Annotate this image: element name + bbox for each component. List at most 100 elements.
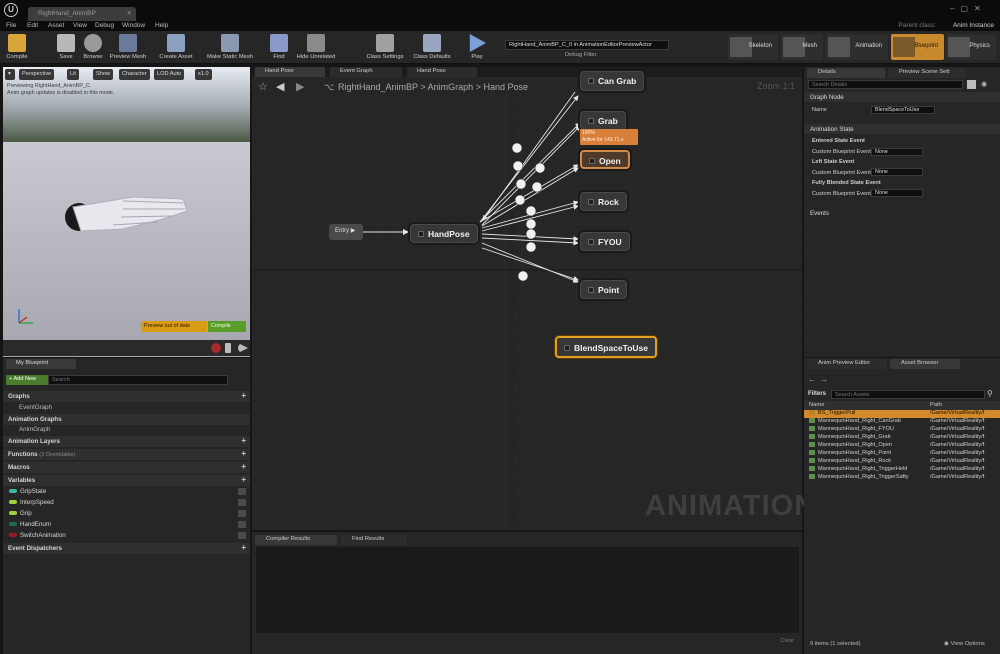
compile-button[interactable]: Compile bbox=[4, 31, 30, 64]
asset-row[interactable]: MannequinHand_Right_Grab/Game/VirtualRea… bbox=[804, 434, 1000, 442]
lod-chip[interactable]: LOD Auto bbox=[154, 69, 185, 80]
character-chip[interactable]: Character bbox=[119, 69, 150, 80]
menu-edit[interactable]: Edit bbox=[27, 22, 38, 29]
section-graph-node[interactable]: Graph Node bbox=[804, 92, 1000, 102]
preview-mesh-button[interactable]: Preview Mesh bbox=[107, 31, 149, 64]
play-icon[interactable] bbox=[238, 343, 248, 353]
section-animation-layers[interactable]: Animation Layers + bbox=[3, 436, 250, 447]
variable-gripstate[interactable]: GripState bbox=[3, 486, 250, 497]
save-button[interactable]: Save bbox=[54, 31, 78, 64]
asset-row[interactable]: MannequinHand_Right_CanGrab/Game/Virtual… bbox=[804, 418, 1000, 426]
eye-icon[interactable] bbox=[238, 488, 246, 495]
speed-chip[interactable]: x1.0 bbox=[195, 69, 212, 80]
column-path[interactable]: Path bbox=[930, 402, 942, 408]
add-new-button[interactable]: + Add New bbox=[6, 375, 48, 385]
record-icon[interactable] bbox=[211, 343, 221, 353]
debug-object-select[interactable]: RightHand_AnimBP_C_0 in AnimationEditorP… bbox=[505, 40, 669, 50]
viewport-options-icon[interactable]: ▾ bbox=[5, 69, 15, 80]
state-node-rock[interactable]: Rock bbox=[580, 192, 627, 211]
perspective-chip[interactable]: Perspective bbox=[19, 69, 55, 80]
section-events[interactable]: Events bbox=[804, 208, 1000, 218]
add-icon[interactable]: + bbox=[241, 391, 246, 400]
tab-find-results[interactable]: Find Results bbox=[341, 535, 407, 545]
make-static-mesh-button[interactable]: Make Static Mesh bbox=[204, 31, 256, 64]
asset-row[interactable]: MannequinHand_Right_FYOU/Game/VirtualRea… bbox=[804, 426, 1000, 434]
entered-event-field[interactable]: None bbox=[871, 148, 923, 156]
view-options-button[interactable]: ◉ View Options bbox=[944, 641, 985, 647]
pause-icon[interactable] bbox=[225, 343, 231, 353]
tab-compiler-results[interactable]: Compiler Results bbox=[255, 535, 337, 545]
section-variables[interactable]: Variables + bbox=[3, 475, 250, 486]
menu-view[interactable]: View bbox=[73, 22, 87, 29]
compile-badge[interactable]: Compile bbox=[208, 321, 246, 332]
class-settings-button[interactable]: Class Settings bbox=[364, 31, 406, 64]
tab-anim-preview-editor[interactable]: Anim Preview Editor bbox=[807, 359, 887, 369]
state-node-blendspacetouse[interactable]: BlendSpaceToUse bbox=[555, 336, 658, 358]
asset-row[interactable]: MannequinHand_Right_TriggerSafty/Game/Vi… bbox=[804, 474, 1000, 482]
variable-handenum[interactable]: HandEnum bbox=[3, 519, 250, 530]
show-chip[interactable]: Show bbox=[93, 69, 113, 80]
graph-item-animgraph[interactable]: AnimGraph bbox=[3, 424, 250, 435]
eye-icon[interactable] bbox=[238, 532, 246, 539]
fully-blended-event-field[interactable]: None bbox=[871, 189, 923, 197]
lit-chip[interactable]: Lit bbox=[67, 69, 79, 80]
tab-hand-pose[interactable]: Hand Pose bbox=[255, 67, 325, 77]
variable-grip[interactable]: Grip bbox=[3, 508, 250, 519]
add-icon[interactable]: + bbox=[241, 449, 246, 458]
name-field[interactable]: BlendSpaceToUse bbox=[871, 106, 935, 114]
section-animation-state[interactable]: Animation State bbox=[804, 124, 1000, 134]
tab-event-graph[interactable]: Event Graph bbox=[330, 67, 402, 77]
visibility-eye-icon[interactable]: ◉ bbox=[981, 80, 995, 89]
mode-blueprint[interactable]: Blueprint bbox=[891, 34, 944, 60]
asset-row[interactable]: MannequinHand_Right_Open/Game/VirtualRea… bbox=[804, 442, 1000, 450]
forward-arrow-icon[interactable]: → bbox=[820, 375, 828, 384]
add-icon[interactable]: + bbox=[241, 543, 246, 552]
filters-dropdown[interactable]: Filters bbox=[808, 391, 826, 397]
tab-preview-scene-settings[interactable]: Preview Scene Sett bbox=[888, 68, 966, 78]
asset-row[interactable]: MannequinHand_Right_TriggerHeld/Game/Vir… bbox=[804, 466, 1000, 474]
state-node-point[interactable]: Point bbox=[580, 280, 628, 299]
variable-switchanimation[interactable]: SwitchAnimation bbox=[3, 530, 250, 541]
left-event-field[interactable]: None bbox=[871, 168, 923, 176]
menu-window[interactable]: Window bbox=[122, 22, 145, 29]
section-event-dispatchers[interactable]: Event Dispatchers + bbox=[3, 543, 250, 554]
menu-help[interactable]: Help bbox=[155, 22, 168, 29]
parent-class-value[interactable]: Anim Instance bbox=[953, 22, 994, 29]
mode-mesh[interactable]: Mesh bbox=[781, 34, 823, 60]
details-search-input[interactable]: Search Details bbox=[808, 80, 963, 89]
eye-icon[interactable] bbox=[238, 499, 246, 506]
window-controls[interactable]: –▢✕ bbox=[950, 4, 996, 14]
mode-skeleton[interactable]: Skeleton bbox=[728, 34, 778, 60]
column-name[interactable]: Name bbox=[809, 402, 824, 408]
section-graphs[interactable]: Graphs + bbox=[3, 391, 250, 402]
tab-asset-browser[interactable]: Asset Browser bbox=[890, 359, 960, 369]
add-icon[interactable]: + bbox=[241, 462, 246, 471]
search-icon[interactable]: ⚲ bbox=[987, 389, 993, 398]
entry-node[interactable]: Entry ▶ bbox=[329, 224, 363, 240]
state-node-grab[interactable]: Grab bbox=[580, 111, 626, 130]
hide-unrelated-button[interactable]: Hide Unrelated bbox=[294, 31, 338, 64]
preview-viewport[interactable]: ▾ Perspective Lit Show Character LOD Aut… bbox=[3, 67, 250, 357]
my-blueprint-tab[interactable]: My Blueprint bbox=[6, 359, 76, 369]
section-macros[interactable]: Macros + bbox=[3, 462, 250, 473]
play-button[interactable]: Play bbox=[464, 31, 490, 64]
eye-icon[interactable] bbox=[238, 521, 246, 528]
tab-details[interactable]: Details bbox=[807, 68, 885, 78]
create-asset-button[interactable]: Create Asset bbox=[157, 31, 195, 64]
section-functions[interactable]: Functions (3 Overridable) + bbox=[3, 449, 250, 460]
menu-debug[interactable]: Debug bbox=[95, 22, 114, 29]
class-defaults-button[interactable]: Class Defaults bbox=[410, 31, 454, 64]
browse-button[interactable]: Browse bbox=[80, 31, 106, 64]
tab-hand-pose-2[interactable]: Hand Pose bbox=[407, 67, 477, 77]
asset-row[interactable]: MannequinHand_Right_Point/Game/VirtualRe… bbox=[804, 450, 1000, 458]
menu-file[interactable]: File bbox=[6, 22, 16, 29]
graph-item-eventgraph[interactable]: EventGraph bbox=[3, 402, 250, 413]
state-node-fyou[interactable]: FYOU bbox=[580, 232, 630, 251]
mode-physics[interactable]: Physics bbox=[946, 34, 996, 60]
find-button[interactable]: Find bbox=[268, 31, 290, 64]
asset-row[interactable]: BS_TriggerPull/Game/VirtualReality/f bbox=[804, 410, 1000, 418]
menu-asset[interactable]: Asset bbox=[48, 22, 64, 29]
preview-out-of-date-badge[interactable]: Preview out of date bbox=[141, 321, 207, 332]
eye-icon[interactable] bbox=[238, 510, 246, 517]
state-node-handpose[interactable]: HandPose bbox=[410, 224, 478, 243]
